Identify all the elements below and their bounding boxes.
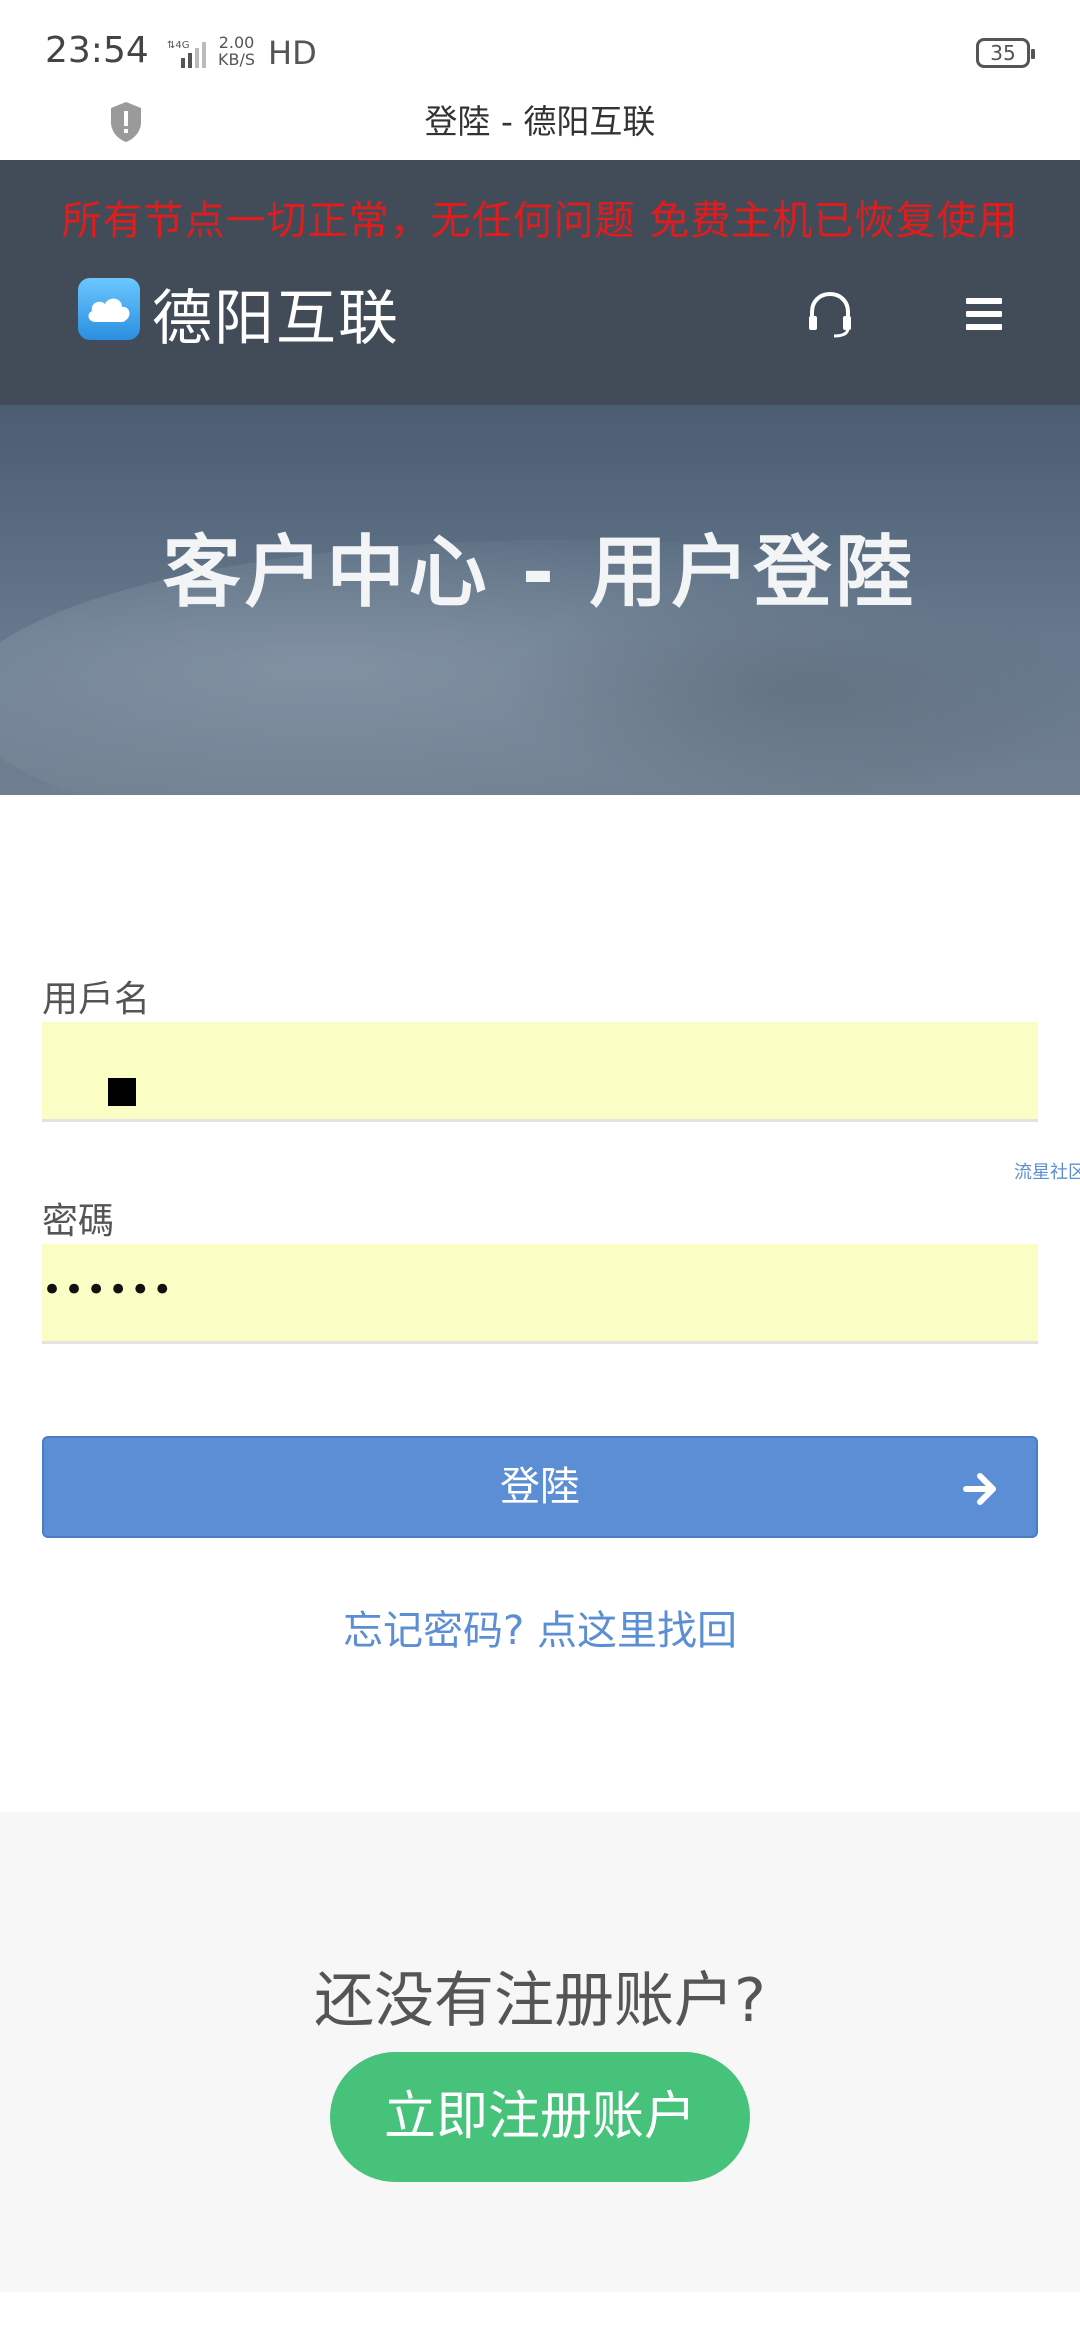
- signal-icon: ⇅4G: [167, 40, 206, 68]
- hd-indicator: HD: [268, 34, 317, 72]
- register-question: 还没有注册账户?: [314, 1966, 766, 2036]
- site-header: 所有节点一切正常，无任何问题 免费主机已恢复使用 德阳互联: [0, 160, 1080, 405]
- arrow-right-icon: [963, 1473, 996, 1505]
- password-label: 密碼: [42, 1201, 115, 1242]
- password-value: ••••••: [42, 1270, 175, 1310]
- register-button-label: 立即注册账户: [383, 2087, 696, 2147]
- username-input[interactable]: [42, 1022, 1038, 1122]
- notice-banner: 所有节点一切正常，无任何问题 免费主机已恢复使用: [61, 198, 1019, 244]
- svg-text:⇅4G: ⇅4G: [167, 40, 190, 51]
- username-value: [108, 1078, 136, 1106]
- logo-text[interactable]: 德阳互联: [152, 270, 400, 357]
- cloud-logo-icon[interactable]: [78, 278, 140, 340]
- status-bar: 23:54 ⇅4G 2.00 KB/S HD 35: [0, 0, 1080, 100]
- register-section: 还没有注册账户? 立即注册账户: [0, 1812, 1080, 2292]
- login-button[interactable]: 登陸: [42, 1436, 1038, 1538]
- hamburger-menu-icon[interactable]: [966, 298, 1002, 330]
- password-input[interactable]: [42, 1244, 1038, 1344]
- status-time: 23:54: [45, 30, 149, 71]
- battery-icon: 35: [976, 38, 1035, 68]
- forgot-password-link[interactable]: 忘记密码? 点这里找回: [0, 1598, 1080, 1656]
- register-button[interactable]: 立即注册账户: [330, 2052, 750, 2182]
- username-label: 用戶名: [42, 979, 151, 1020]
- hero-title: 客户中心 - 用户登陸: [162, 528, 918, 618]
- browser-title-bar: 登陸 - 德阳互联: [0, 100, 1080, 160]
- side-link[interactable]: 流星社区: [1014, 1158, 1080, 1184]
- login-button-label: 登陸: [500, 1464, 580, 1510]
- headset-icon[interactable]: [804, 288, 856, 340]
- network-speed: 2.00 KB/S: [218, 33, 256, 69]
- page-title: 登陸 - 德阳互联: [424, 102, 656, 141]
